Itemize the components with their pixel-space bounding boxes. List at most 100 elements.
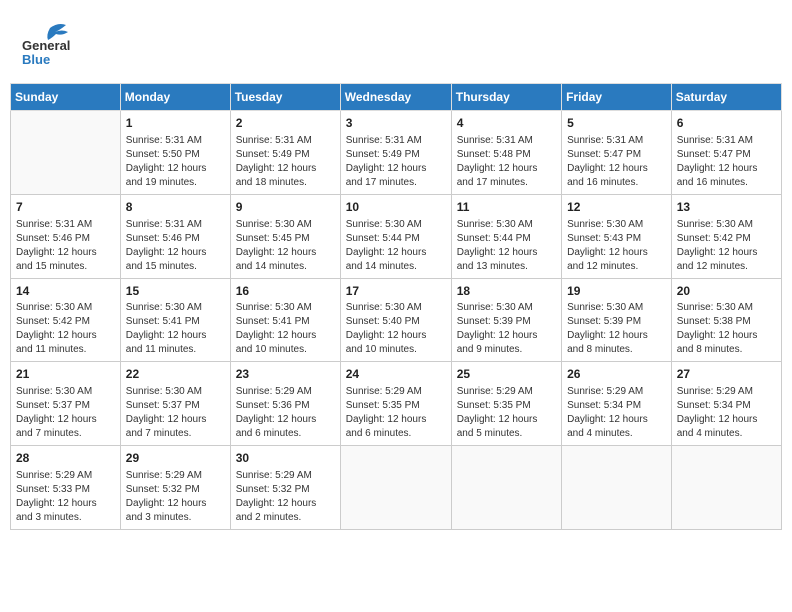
day-info: Sunrise: 5:29 AM Sunset: 5:32 PM Dayligh… bbox=[126, 469, 225, 525]
weekday-header-thursday: Thursday bbox=[451, 84, 561, 111]
calendar-cell: 23 Sunrise: 5:29 AM Sunset: 5:36 PM Dayli… bbox=[230, 362, 340, 446]
calendar-cell bbox=[562, 446, 672, 530]
day-info: Sunrise: 5:31 AM Sunset: 5:49 PM Dayligh… bbox=[236, 134, 335, 190]
day-number: 19 bbox=[567, 283, 666, 300]
calendar-cell: 16Sunrise: 5:30 AM Sunset: 5:41 PM Dayli… bbox=[230, 278, 340, 362]
day-info: Sunrise: 5:29 AM Sunset: 5:35 PM Dayligh… bbox=[457, 385, 556, 441]
calendar-cell: 25 Sunrise: 5:29 AM Sunset: 5:35 PM Dayli… bbox=[451, 362, 561, 446]
day-number: 25 bbox=[457, 366, 556, 383]
day-number: 9 bbox=[236, 199, 335, 216]
logo-icon: General Blue bbox=[20, 20, 70, 65]
day-number: 6 bbox=[677, 115, 776, 132]
calendar-cell: 13 Sunrise: 5:30 AM Sunset: 5:42 PM Dayli… bbox=[671, 194, 781, 278]
day-number: 18 bbox=[457, 283, 556, 300]
day-number: 29 bbox=[126, 450, 225, 467]
day-info: Sunrise: 5:30 AM Sunset: 5:37 PM Dayligh… bbox=[126, 385, 225, 441]
page-header: General Blue bbox=[10, 10, 782, 75]
day-number: 10 bbox=[346, 199, 446, 216]
weekday-header-wednesday: Wednesday bbox=[340, 84, 451, 111]
day-info: Sunrise: 5:30 AM Sunset: 5:44 PM Dayligh… bbox=[346, 218, 446, 274]
day-info: Sunrise: 5:31 AM Sunset: 5:50 PM Dayligh… bbox=[126, 134, 225, 190]
weekday-header-monday: Monday bbox=[120, 84, 230, 111]
calendar-cell: 26 Sunrise: 5:29 AM Sunset: 5:34 PM Dayli… bbox=[562, 362, 672, 446]
weekday-header-sunday: Sunday bbox=[11, 84, 121, 111]
day-number: 28 bbox=[16, 450, 115, 467]
calendar-table: SundayMondayTuesdayWednesdayThursdayFrid… bbox=[10, 83, 782, 530]
day-info: Sunrise: 5:29 AM Sunset: 5:32 PM Dayligh… bbox=[236, 469, 335, 525]
day-info: Sunrise: 5:30 AM Sunset: 5:39 PM Dayligh… bbox=[457, 301, 556, 357]
day-number: 13 bbox=[677, 199, 776, 216]
calendar-cell: 17Sunrise: 5:30 AM Sunset: 5:40 PM Dayli… bbox=[340, 278, 451, 362]
calendar-week-4: 21 Sunrise: 5:30 AM Sunset: 5:37 PM Dayli… bbox=[11, 362, 782, 446]
calendar-cell: 18Sunrise: 5:30 AM Sunset: 5:39 PM Dayli… bbox=[451, 278, 561, 362]
day-info: Sunrise: 5:30 AM Sunset: 5:42 PM Dayligh… bbox=[677, 218, 776, 274]
day-info: Sunrise: 5:30 AM Sunset: 5:43 PM Dayligh… bbox=[567, 218, 666, 274]
day-info: Sunrise: 5:30 AM Sunset: 5:42 PM Dayligh… bbox=[16, 301, 115, 357]
calendar-cell: 22 Sunrise: 5:30 AM Sunset: 5:37 PM Dayli… bbox=[120, 362, 230, 446]
calendar-cell bbox=[11, 111, 121, 195]
day-number: 7 bbox=[16, 199, 115, 216]
day-number: 15 bbox=[126, 283, 225, 300]
day-number: 8 bbox=[126, 199, 225, 216]
svg-text:General: General bbox=[22, 38, 70, 53]
day-number: 20 bbox=[677, 283, 776, 300]
day-info: Sunrise: 5:31 AM Sunset: 5:46 PM Dayligh… bbox=[16, 218, 115, 274]
day-number: 23 bbox=[236, 366, 335, 383]
day-info: Sunrise: 5:29 AM Sunset: 5:35 PM Dayligh… bbox=[346, 385, 446, 441]
calendar-cell: 19Sunrise: 5:30 AM Sunset: 5:39 PM Dayli… bbox=[562, 278, 672, 362]
calendar-cell: 20Sunrise: 5:30 AM Sunset: 5:38 PM Dayli… bbox=[671, 278, 781, 362]
calendar-cell: 27Sunrise: 5:29 AM Sunset: 5:34 PM Dayli… bbox=[671, 362, 781, 446]
calendar-cell: 2 Sunrise: 5:31 AM Sunset: 5:49 PM Daylig… bbox=[230, 111, 340, 195]
day-number: 11 bbox=[457, 199, 556, 216]
calendar-cell: 5Sunrise: 5:31 AM Sunset: 5:47 PM Daylig… bbox=[562, 111, 672, 195]
calendar-cell: 15Sunrise: 5:30 AM Sunset: 5:41 PM Dayli… bbox=[120, 278, 230, 362]
calendar-cell: 28 Sunrise: 5:29 AM Sunset: 5:33 PM Dayli… bbox=[11, 446, 121, 530]
day-info: Sunrise: 5:31 AM Sunset: 5:47 PM Dayligh… bbox=[677, 134, 776, 190]
day-number: 21 bbox=[16, 366, 115, 383]
day-number: 27 bbox=[677, 366, 776, 383]
day-number: 12 bbox=[567, 199, 666, 216]
day-info: Sunrise: 5:30 AM Sunset: 5:45 PM Dayligh… bbox=[236, 218, 335, 274]
calendar-cell: 21 Sunrise: 5:30 AM Sunset: 5:37 PM Dayli… bbox=[11, 362, 121, 446]
calendar-week-1: 1 Sunrise: 5:31 AM Sunset: 5:50 PM Daylig… bbox=[11, 111, 782, 195]
calendar-cell: 11 Sunrise: 5:30 AM Sunset: 5:44 PM Dayli… bbox=[451, 194, 561, 278]
calendar-cell: 1 Sunrise: 5:31 AM Sunset: 5:50 PM Daylig… bbox=[120, 111, 230, 195]
calendar-cell: 30 Sunrise: 5:29 AM Sunset: 5:32 PM Dayli… bbox=[230, 446, 340, 530]
weekday-header-friday: Friday bbox=[562, 84, 672, 111]
day-info: Sunrise: 5:31 AM Sunset: 5:47 PM Dayligh… bbox=[567, 134, 666, 190]
day-number: 30 bbox=[236, 450, 335, 467]
day-number: 4 bbox=[457, 115, 556, 132]
day-info: Sunrise: 5:31 AM Sunset: 5:49 PM Dayligh… bbox=[346, 134, 446, 190]
day-number: 26 bbox=[567, 366, 666, 383]
day-number: 17 bbox=[346, 283, 446, 300]
calendar-cell: 6 Sunrise: 5:31 AM Sunset: 5:47 PM Daylig… bbox=[671, 111, 781, 195]
calendar-header-row: SundayMondayTuesdayWednesdayThursdayFrid… bbox=[11, 84, 782, 111]
calendar-cell: 12 Sunrise: 5:30 AM Sunset: 5:43 PM Dayli… bbox=[562, 194, 672, 278]
day-info: Sunrise: 5:30 AM Sunset: 5:40 PM Dayligh… bbox=[346, 301, 446, 357]
weekday-header-tuesday: Tuesday bbox=[230, 84, 340, 111]
day-info: Sunrise: 5:29 AM Sunset: 5:34 PM Dayligh… bbox=[567, 385, 666, 441]
logo: General Blue bbox=[20, 20, 70, 70]
day-info: Sunrise: 5:30 AM Sunset: 5:44 PM Dayligh… bbox=[457, 218, 556, 274]
day-number: 24 bbox=[346, 366, 446, 383]
calendar-cell bbox=[671, 446, 781, 530]
day-number: 3 bbox=[346, 115, 446, 132]
day-info: Sunrise: 5:29 AM Sunset: 5:36 PM Dayligh… bbox=[236, 385, 335, 441]
calendar-week-2: 7 Sunrise: 5:31 AM Sunset: 5:46 PM Daylig… bbox=[11, 194, 782, 278]
calendar-cell bbox=[340, 446, 451, 530]
calendar-cell bbox=[451, 446, 561, 530]
day-info: Sunrise: 5:29 AM Sunset: 5:33 PM Dayligh… bbox=[16, 469, 115, 525]
calendar-cell: 7 Sunrise: 5:31 AM Sunset: 5:46 PM Daylig… bbox=[11, 194, 121, 278]
day-number: 22 bbox=[126, 366, 225, 383]
day-info: Sunrise: 5:30 AM Sunset: 5:39 PM Dayligh… bbox=[567, 301, 666, 357]
day-info: Sunrise: 5:30 AM Sunset: 5:37 PM Dayligh… bbox=[16, 385, 115, 441]
day-number: 2 bbox=[236, 115, 335, 132]
calendar-cell: 29 Sunrise: 5:29 AM Sunset: 5:32 PM Dayli… bbox=[120, 446, 230, 530]
day-number: 14 bbox=[16, 283, 115, 300]
calendar-cell: 8Sunrise: 5:31 AM Sunset: 5:46 PM Daylig… bbox=[120, 194, 230, 278]
calendar-cell: 10 Sunrise: 5:30 AM Sunset: 5:44 PM Dayli… bbox=[340, 194, 451, 278]
calendar-week-3: 14Sunrise: 5:30 AM Sunset: 5:42 PM Dayli… bbox=[11, 278, 782, 362]
calendar-cell: 3 Sunrise: 5:31 AM Sunset: 5:49 PM Daylig… bbox=[340, 111, 451, 195]
day-number: 1 bbox=[126, 115, 225, 132]
calendar-cell: 4Sunrise: 5:31 AM Sunset: 5:48 PM Daylig… bbox=[451, 111, 561, 195]
